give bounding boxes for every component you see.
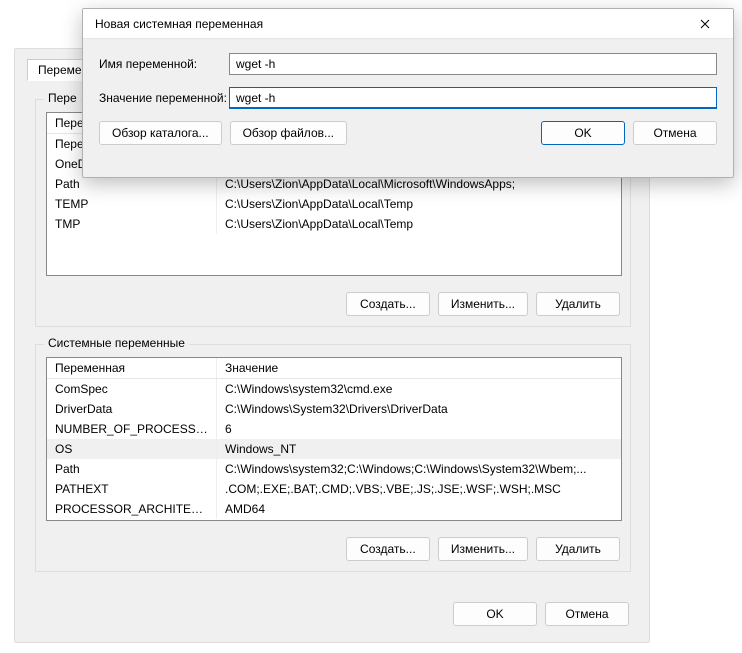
var-name-cell: ComSpec: [47, 379, 217, 399]
var-value-cell: .COM;.EXE;.BAT;.CMD;.VBS;.VBE;.JS;.JSE;.…: [217, 479, 621, 499]
browse-directory-button[interactable]: Обзор каталога...: [99, 121, 222, 145]
table-row[interactable]: OSWindows_NT: [47, 439, 621, 459]
var-name-cell: PATHEXT: [47, 479, 217, 499]
table-row[interactable]: PROCESSOR_ARCHITECTUREAMD64: [47, 499, 621, 519]
user-create-button[interactable]: Создать...: [346, 292, 430, 316]
sys-delete-button[interactable]: Удалить: [536, 537, 620, 561]
col-header-name[interactable]: Переменная: [47, 358, 217, 378]
var-value-input[interactable]: [229, 87, 717, 109]
var-value-cell: AMD64: [217, 499, 621, 519]
sys-vars-table[interactable]: Переменная Значение ComSpecC:\Windows\sy…: [46, 357, 622, 521]
table-row[interactable]: DriverDataC:\Windows\System32\Drivers\Dr…: [47, 399, 621, 419]
var-name-cell: DriverData: [47, 399, 217, 419]
var-name-cell: Path: [47, 459, 217, 479]
var-value-cell: C:\Users\Zion\AppData\Local\Temp: [217, 194, 621, 214]
close-icon[interactable]: [685, 10, 725, 38]
env-cancel-button[interactable]: Отмена: [545, 602, 629, 626]
col-header-value[interactable]: Значение: [217, 358, 621, 378]
table-row[interactable]: PathC:\Windows\system32;C:\Windows;C:\Wi…: [47, 459, 621, 479]
var-value-label: Значение переменной:: [99, 91, 229, 105]
dialog-cancel-button[interactable]: Отмена: [633, 121, 717, 145]
browse-files-button[interactable]: Обзор файлов...: [230, 121, 347, 145]
dialog-title: Новая системная переменная: [95, 17, 685, 31]
var-name-cell: PROCESSOR_ARCHITECTURE: [47, 499, 217, 519]
var-value-cell: C:\Windows\system32\cmd.exe: [217, 379, 621, 399]
table-row[interactable]: PATHEXT.COM;.EXE;.BAT;.CMD;.VBS;.VBE;.JS…: [47, 479, 621, 499]
user-vars-title: Пере: [44, 91, 81, 105]
user-delete-button[interactable]: Удалить: [536, 292, 620, 316]
var-value-cell: C:\Windows\System32\Drivers\DriverData: [217, 399, 621, 419]
var-name-cell: TMP: [47, 214, 217, 234]
dialog-ok-button[interactable]: OK: [541, 121, 625, 145]
var-value-cell: 6: [217, 419, 621, 439]
table-row[interactable]: TMPC:\Users\Zion\AppData\Local\Temp: [47, 214, 621, 234]
var-name-label: Имя переменной:: [99, 57, 229, 71]
var-value-cell: Windows_NT: [217, 439, 621, 459]
table-row[interactable]: TEMPC:\Users\Zion\AppData\Local\Temp: [47, 194, 621, 214]
sys-vars-title: Системные переменные: [44, 336, 189, 350]
sys-vars-group: Системные переменные Переменная Значение…: [35, 344, 631, 572]
table-row[interactable]: ComSpecC:\Windows\system32\cmd.exe: [47, 379, 621, 399]
var-value-cell: C:\Windows\system32;C:\Windows;C:\Window…: [217, 459, 621, 479]
env-ok-button[interactable]: OK: [453, 602, 537, 626]
var-name-input[interactable]: [229, 53, 717, 75]
var-value-cell: C:\Users\Zion\AppData\Local\Temp: [217, 214, 621, 234]
var-name-cell: TEMP: [47, 194, 217, 214]
new-system-variable-dialog: Новая системная переменная Имя переменно…: [82, 8, 734, 178]
dialog-titlebar[interactable]: Новая системная переменная: [83, 9, 733, 39]
sys-edit-button[interactable]: Изменить...: [438, 537, 528, 561]
var-name-cell: NUMBER_OF_PROCESSORS: [47, 419, 217, 439]
user-edit-button[interactable]: Изменить...: [438, 292, 528, 316]
sys-create-button[interactable]: Создать...: [346, 537, 430, 561]
var-name-cell: OS: [47, 439, 217, 459]
table-row[interactable]: NUMBER_OF_PROCESSORS6: [47, 419, 621, 439]
